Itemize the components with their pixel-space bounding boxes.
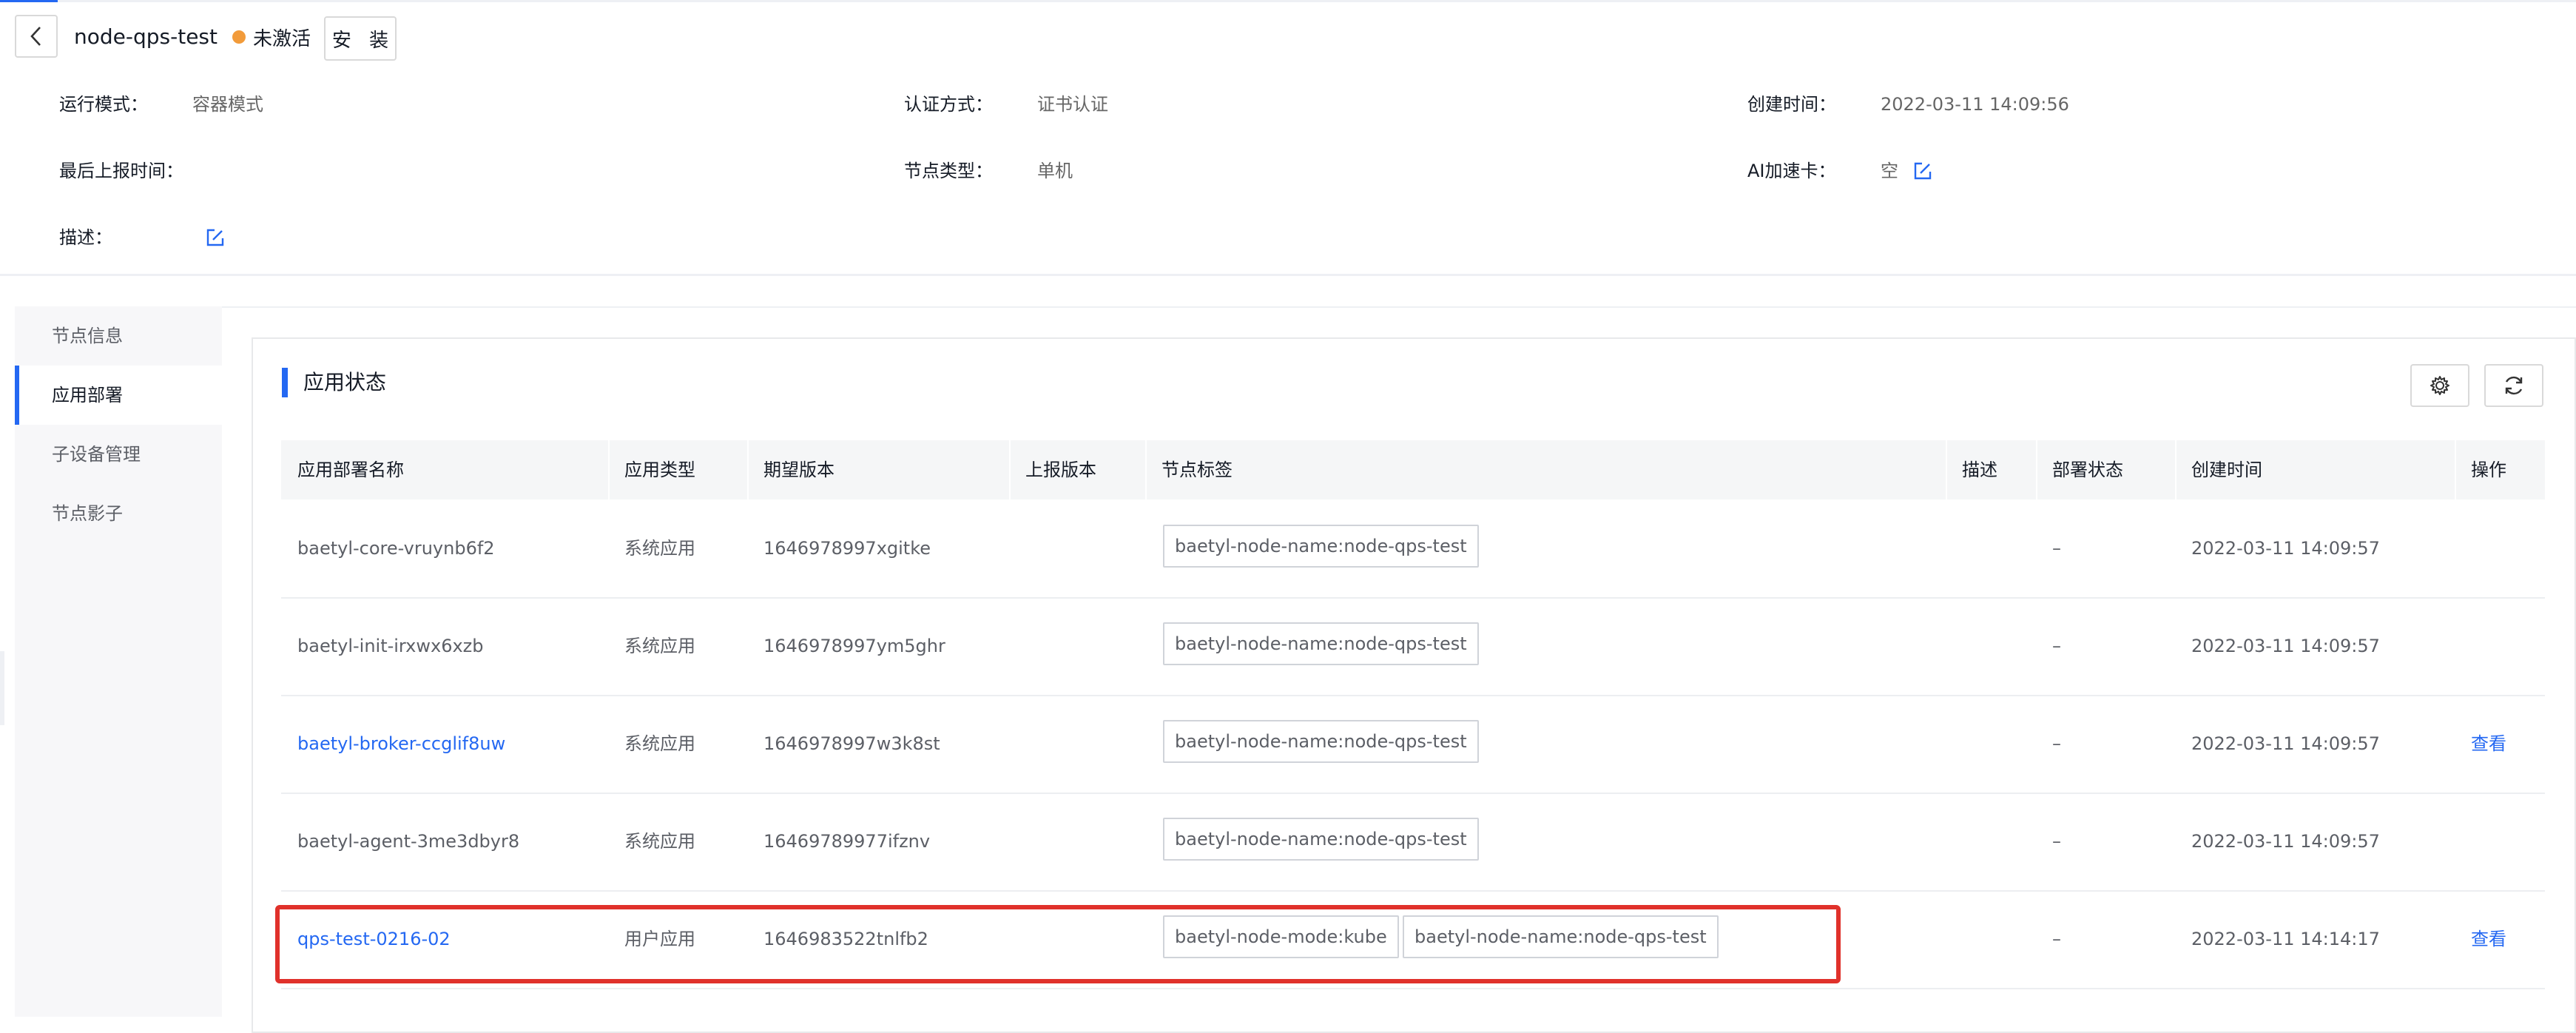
sidebar-item-subdevice[interactable]: 子设备管理 xyxy=(15,425,222,484)
cell-expected-version: 1646978997ym5ghr xyxy=(763,636,945,656)
edit-ai-icon[interactable] xyxy=(1913,161,1932,181)
ai-label: AI加速卡： xyxy=(1747,161,1836,181)
status-dot-icon xyxy=(232,30,246,44)
sidebar: 节点信息 应用部署 子设备管理 节点影子 xyxy=(15,306,222,1017)
app-name-link[interactable]: baetyl-broker-ccglif8uw xyxy=(281,695,505,793)
edit-desc-icon[interactable] xyxy=(206,228,225,247)
cell-deploy-status: – xyxy=(2052,831,2061,852)
top-strip xyxy=(0,0,2576,2)
chevron-left-icon xyxy=(30,27,41,46)
last-report-label: 最后上报时间： xyxy=(59,161,183,181)
col-header-deploy-status: 部署状态 xyxy=(2052,460,2123,480)
view-link[interactable]: 查看 xyxy=(2455,890,2506,988)
sidebar-item-app-deploy[interactable]: 应用部署 xyxy=(15,366,222,425)
cell-created: 2022-03-11 14:09:57 xyxy=(2191,733,2380,754)
created-value: 2022-03-11 14:09:56 xyxy=(1881,94,2069,115)
node-type-label: 节点类型： xyxy=(904,161,993,181)
status-badge: 未激活 xyxy=(232,22,311,52)
cell-expected-version: 1646978997xgitke xyxy=(763,538,931,559)
section-divider xyxy=(0,274,2576,276)
run-mode-label: 运行模式： xyxy=(59,94,148,115)
run-mode-value: 容器模式 xyxy=(192,94,263,115)
status-text: 未激活 xyxy=(253,27,311,50)
col-header-type: 应用类型 xyxy=(624,460,695,480)
table-row: baetyl-agent-3me3dbyr8 系统应用 16469789977i… xyxy=(281,793,2545,892)
col-header-node-tags: 节点标签 xyxy=(1161,460,1233,480)
panel-title-accent xyxy=(282,368,288,397)
cell-app-type: 系统应用 xyxy=(624,538,695,559)
table-row: baetyl-core-vruynb6f2 系统应用 1646978997xgi… xyxy=(281,499,2545,599)
ai-value: 空 xyxy=(1881,161,1898,181)
col-header-reported-version: 上报版本 xyxy=(1025,460,1096,480)
cell-app-name: baetyl-agent-3me3dbyr8 xyxy=(297,831,520,852)
table-row: baetyl-broker-ccglif8uw 系统应用 1646978997w… xyxy=(281,695,2545,794)
left-edge-handle xyxy=(0,651,4,725)
node-tag: baetyl-node-name:node-qps-test xyxy=(1163,818,1479,861)
node-tag: baetyl-node-name:node-qps-test xyxy=(1163,720,1479,763)
cell-deploy-status: – xyxy=(2052,929,2061,949)
gear-icon xyxy=(2430,376,2449,395)
col-header-name: 应用部署名称 xyxy=(297,460,404,480)
node-tag: baetyl-node-name:node-qps-test xyxy=(1163,622,1479,665)
content-top-line xyxy=(222,306,2576,308)
sidebar-item-node-info[interactable]: 节点信息 xyxy=(15,306,222,366)
desc-label: 描述： xyxy=(59,227,112,248)
install-button[interactable]: 安 装 xyxy=(324,16,397,61)
cell-app-type: 系统应用 xyxy=(624,831,695,852)
cell-expected-version: 16469789977ifznv xyxy=(763,831,931,852)
col-header-expected-version: 期望版本 xyxy=(763,460,834,480)
col-header-desc: 描述 xyxy=(1962,460,1997,480)
back-button[interactable] xyxy=(15,15,58,58)
table-header: 应用部署名称 应用类型 期望版本 上报版本 节点标签 描述 部署状态 创建时间 … xyxy=(281,440,2545,499)
refresh-button[interactable] xyxy=(2484,364,2543,407)
col-header-created: 创建时间 xyxy=(2191,460,2262,480)
settings-button[interactable] xyxy=(2410,364,2469,407)
table-row: baetyl-init-irxwx6xzb 系统应用 1646978997ym5… xyxy=(281,597,2545,696)
cell-app-type: 系统应用 xyxy=(624,636,695,656)
cell-created: 2022-03-11 14:09:57 xyxy=(2191,636,2380,656)
sidebar-item-node-shadow[interactable]: 节点影子 xyxy=(15,484,222,543)
cell-deploy-status: – xyxy=(2052,733,2061,754)
auth-value: 证书认证 xyxy=(1037,94,1108,115)
node-name: node-qps-test xyxy=(74,24,218,49)
cell-expected-version: 1646978997w3k8st xyxy=(763,733,940,754)
cell-created: 2022-03-11 14:09:57 xyxy=(2191,831,2380,852)
cell-deploy-status: – xyxy=(2052,538,2061,559)
col-header-action: 操作 xyxy=(2471,460,2506,480)
cell-app-type: 系统应用 xyxy=(624,733,695,754)
highlight-annotation-box xyxy=(275,905,1841,983)
cell-created: 2022-03-11 14:14:17 xyxy=(2191,929,2380,949)
refresh-icon xyxy=(2505,376,2523,395)
cell-app-name: baetyl-init-irxwx6xzb xyxy=(297,636,484,656)
view-link[interactable]: 查看 xyxy=(2455,695,2506,793)
top-accent xyxy=(0,0,58,2)
auth-label: 认证方式： xyxy=(904,94,993,115)
cell-created: 2022-03-11 14:09:57 xyxy=(2191,538,2380,559)
cell-app-name: baetyl-core-vruynb6f2 xyxy=(297,538,495,559)
cell-deploy-status: – xyxy=(2052,636,2061,656)
created-label: 创建时间： xyxy=(1747,94,1836,115)
node-tag: baetyl-node-name:node-qps-test xyxy=(1163,525,1479,568)
node-type-value: 单机 xyxy=(1037,161,1073,181)
panel-title: 应用状态 xyxy=(303,370,387,394)
